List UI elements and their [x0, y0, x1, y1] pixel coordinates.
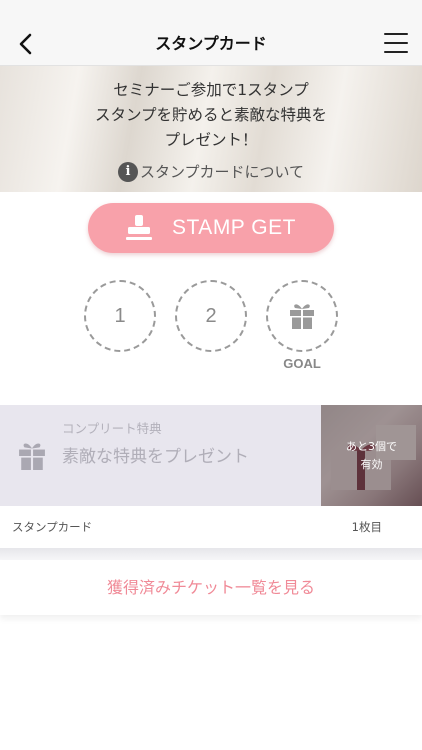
stamp-slot-2: 2: [175, 280, 247, 352]
divider: [0, 548, 422, 560]
banner-line: セミナーご参加で1スタンプ: [113, 81, 309, 99]
hamburger-menu-icon[interactable]: [384, 33, 408, 53]
gift-icon: [290, 304, 314, 329]
reward-status-line: 有効: [360, 458, 383, 471]
stamp-slot-1: 1: [84, 280, 156, 352]
stamp-get-button[interactable]: STAMP GET: [88, 203, 334, 253]
card-footer: スタンプカード 1枚目: [0, 506, 422, 548]
card-count-label: 1枚目: [351, 520, 382, 534]
reward-status-badge: あと3個で 有効: [321, 438, 422, 474]
stamp-icon: [126, 215, 153, 240]
nav-bar: スタンプカード: [0, 22, 422, 66]
stamp-get-label: STAMP GET: [172, 216, 296, 239]
card-name-label: スタンプカード: [12, 520, 93, 534]
info-banner: セミナーご参加で1スタンプ スタンプを貯めると素敵な特典を プレゼント！ i ス…: [0, 66, 422, 192]
banner-text: セミナーご参加で1スタンプ スタンプを貯めると素敵な特典を プレゼント！: [0, 66, 422, 153]
status-bar: [0, 0, 422, 22]
banner-line: スタンプを貯めると素敵な特典を: [94, 106, 328, 124]
reward-title: 素敵な特典をプレゼント: [62, 447, 249, 467]
stamp-slot-goal: [266, 280, 338, 352]
complete-reward-card[interactable]: コンプリート特典 素敵な特典をプレゼント あと3個で 有効: [0, 405, 422, 506]
banner-line: プレゼント！: [164, 131, 258, 149]
goal-label: GOAL: [283, 356, 321, 371]
about-stamp-card-label: スタンプカードについて: [139, 163, 305, 181]
page-title: スタンプカード: [155, 34, 267, 53]
reward-caption: コンプリート特典: [62, 421, 162, 436]
acquired-tickets-link[interactable]: 獲得済みチケット一覧を見る: [0, 560, 422, 615]
reward-status-line: あと3個で: [346, 440, 397, 453]
about-stamp-card-link[interactable]: i スタンプカードについて: [0, 161, 422, 182]
info-icon: i: [117, 161, 138, 182]
reward-image: あと3個で 有効: [321, 405, 422, 506]
gift-icon: [19, 443, 45, 470]
